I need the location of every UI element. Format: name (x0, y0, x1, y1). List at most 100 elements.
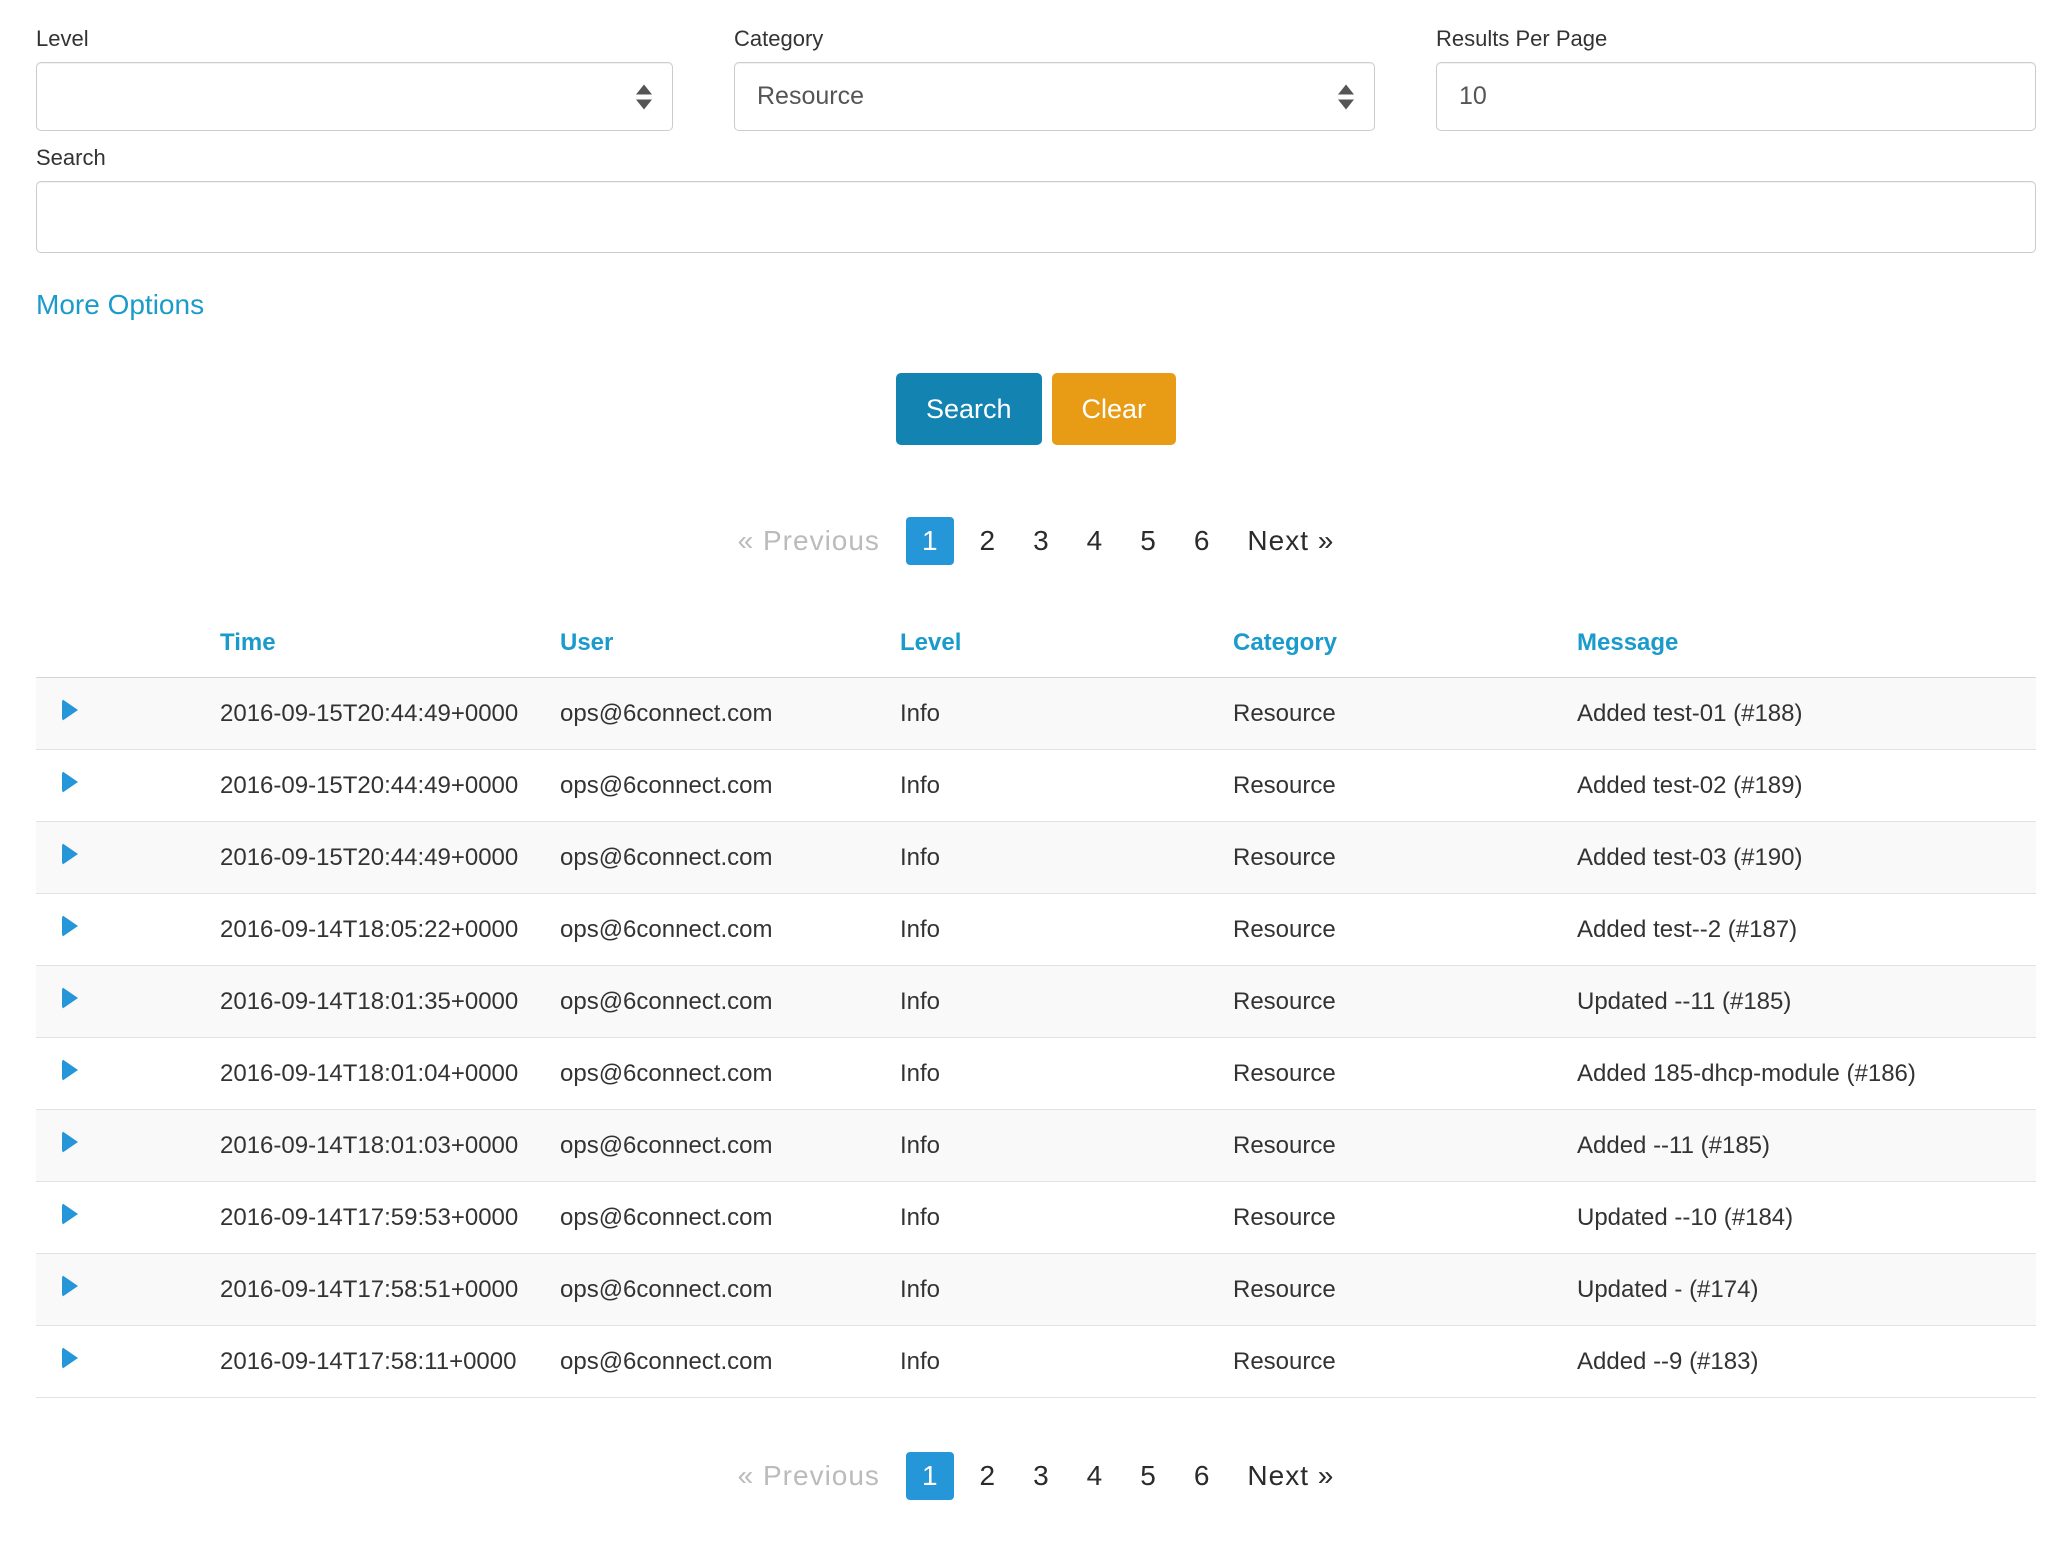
log-search-page: Level Category Resource Results Per Page (0, 0, 2072, 1560)
cell-category: Resource (1233, 1182, 1577, 1254)
cell-level: Info (900, 1182, 1233, 1254)
cell-category: Resource (1233, 966, 1577, 1038)
cell-message: Added --9 (#183) (1577, 1326, 2036, 1398)
results-per-page-input[interactable] (1436, 62, 2036, 131)
cell-user: ops@6connect.com (560, 894, 900, 966)
page-link-2[interactable]: 2 (968, 1452, 1008, 1500)
page-link-4[interactable]: 4 (1075, 1452, 1115, 1500)
table-row: 2016-09-15T20:44:49+0000 ops@6connect.co… (36, 750, 2036, 822)
cell-category: Resource (1233, 1038, 1577, 1110)
cell-level: Info (900, 678, 1233, 750)
search-group: Search (36, 145, 2036, 253)
more-options-link[interactable]: More Options (36, 289, 204, 321)
page-link-6[interactable]: 6 (1182, 517, 1222, 565)
page-link-1[interactable]: 1 (906, 517, 954, 565)
cell-level: Info (900, 966, 1233, 1038)
cell-time: 2016-09-14T18:01:04+0000 (220, 1038, 560, 1110)
cell-time: 2016-09-15T20:44:49+0000 (220, 750, 560, 822)
cell-level: Info (900, 1038, 1233, 1110)
cell-message: Added test-01 (#188) (1577, 678, 2036, 750)
table-row: 2016-09-15T20:44:49+0000 ops@6connect.co… (36, 822, 2036, 894)
cell-category: Resource (1233, 822, 1577, 894)
cell-level: Info (900, 750, 1233, 822)
next-page-link[interactable]: Next » (1235, 517, 1346, 565)
page-link-1[interactable]: 1 (906, 1452, 954, 1500)
expand-row-icon[interactable] (62, 699, 78, 721)
expand-row-icon[interactable] (62, 915, 78, 937)
table-row: 2016-09-14T18:01:04+0000 ops@6connect.co… (36, 1038, 2036, 1110)
pagination-bottom: « Previous 1 2 3 4 5 6 Next » (36, 1452, 2036, 1500)
page-link-6[interactable]: 6 (1182, 1452, 1222, 1500)
cell-level: Info (900, 1254, 1233, 1326)
header-message[interactable]: Message (1577, 611, 2036, 678)
expand-row-icon[interactable] (62, 987, 78, 1009)
category-select[interactable]: Resource (734, 62, 1375, 131)
cell-user: ops@6connect.com (560, 966, 900, 1038)
cell-message: Updated --11 (#185) (1577, 966, 2036, 1038)
page-link-5[interactable]: 5 (1128, 517, 1168, 565)
level-select[interactable] (36, 62, 673, 131)
expand-row-icon[interactable] (62, 1131, 78, 1153)
cell-user: ops@6connect.com (560, 750, 900, 822)
expand-row-icon[interactable] (62, 1059, 78, 1081)
header-user[interactable]: User (560, 611, 900, 678)
cell-message: Added --11 (#185) (1577, 1110, 2036, 1182)
expand-row-icon[interactable] (62, 1275, 78, 1297)
clear-button[interactable]: Clear (1052, 373, 1177, 445)
table-row: 2016-09-14T18:01:35+0000 ops@6connect.co… (36, 966, 2036, 1038)
expand-row-icon[interactable] (62, 843, 78, 865)
page-link-4[interactable]: 4 (1075, 517, 1115, 565)
cell-time: 2016-09-14T18:01:03+0000 (220, 1110, 560, 1182)
cell-time: 2016-09-14T17:58:51+0000 (220, 1254, 560, 1326)
expand-row-icon[interactable] (62, 1347, 78, 1369)
category-select-value: Resource (757, 82, 864, 111)
category-label: Category (734, 26, 1375, 52)
cell-category: Resource (1233, 1254, 1577, 1326)
cell-message: Updated --10 (#184) (1577, 1182, 2036, 1254)
search-label: Search (36, 145, 2036, 171)
results-per-page-label: Results Per Page (1436, 26, 2036, 52)
table-row: 2016-09-14T18:01:03+0000 ops@6connect.co… (36, 1110, 2036, 1182)
cell-user: ops@6connect.com (560, 822, 900, 894)
page-link-3[interactable]: 3 (1021, 517, 1061, 565)
previous-page-link[interactable]: « Previous (726, 517, 892, 565)
expand-row-icon[interactable] (62, 771, 78, 793)
cell-level: Info (900, 1110, 1233, 1182)
cell-time: 2016-09-15T20:44:49+0000 (220, 678, 560, 750)
cell-user: ops@6connect.com (560, 1182, 900, 1254)
header-expand-column (36, 611, 220, 678)
category-filter-group: Category Resource (734, 26, 1375, 131)
next-page-link[interactable]: Next » (1235, 1452, 1346, 1500)
search-button[interactable]: Search (896, 373, 1042, 445)
table-row: 2016-09-14T18:05:22+0000 ops@6connect.co… (36, 894, 2036, 966)
page-link-5[interactable]: 5 (1128, 1452, 1168, 1500)
expand-row-icon[interactable] (62, 1203, 78, 1225)
page-link-2[interactable]: 2 (968, 517, 1008, 565)
previous-page-link[interactable]: « Previous (726, 1452, 892, 1500)
cell-message: Added test--2 (#187) (1577, 894, 2036, 966)
cell-time: 2016-09-14T18:05:22+0000 (220, 894, 560, 966)
cell-level: Info (900, 822, 1233, 894)
search-input[interactable] (36, 181, 2036, 253)
header-level[interactable]: Level (900, 611, 1233, 678)
cell-category: Resource (1233, 1326, 1577, 1398)
table-row: 2016-09-14T17:58:51+0000 ops@6connect.co… (36, 1254, 2036, 1326)
level-filter-group: Level (36, 26, 673, 131)
cell-message: Updated - (#174) (1577, 1254, 2036, 1326)
results-per-page-group: Results Per Page (1436, 26, 2036, 131)
select-spinner-icon (636, 84, 652, 109)
cell-category: Resource (1233, 1110, 1577, 1182)
cell-user: ops@6connect.com (560, 1254, 900, 1326)
header-category[interactable]: Category (1233, 611, 1577, 678)
cell-message: Added test-03 (#190) (1577, 822, 2036, 894)
page-link-3[interactable]: 3 (1021, 1452, 1061, 1500)
cell-category: Resource (1233, 678, 1577, 750)
cell-user: ops@6connect.com (560, 1110, 900, 1182)
action-buttons: Search Clear (36, 373, 2036, 445)
cell-level: Info (900, 1326, 1233, 1398)
cell-time: 2016-09-15T20:44:49+0000 (220, 822, 560, 894)
header-time[interactable]: Time (220, 611, 560, 678)
cell-time: 2016-09-14T18:01:35+0000 (220, 966, 560, 1038)
cell-message: Added test-02 (#189) (1577, 750, 2036, 822)
log-table: Time User Level Category Message 2016-09… (36, 611, 2036, 1398)
